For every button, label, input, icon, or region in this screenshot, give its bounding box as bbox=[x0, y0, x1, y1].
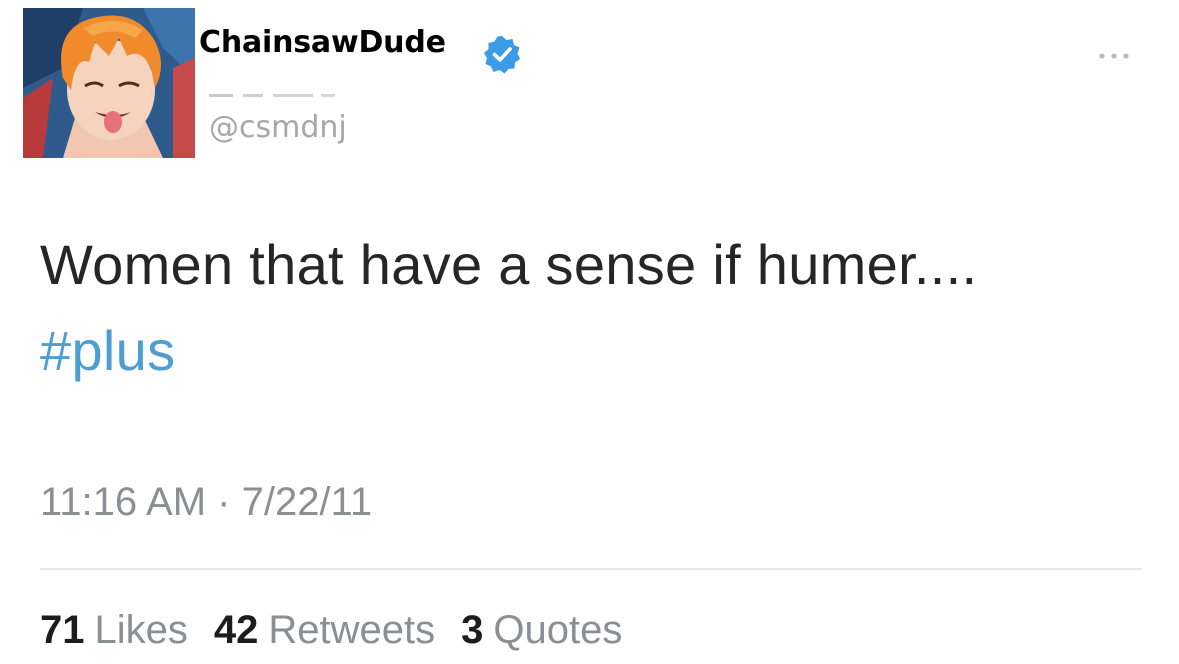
verified-badge-icon bbox=[484, 36, 520, 74]
quotes-stat[interactable]: 3 Quotes bbox=[461, 608, 622, 652]
faded-text-remnant bbox=[209, 94, 335, 97]
more-options-icon[interactable] bbox=[1094, 50, 1134, 62]
hashtag-link[interactable]: #plus bbox=[40, 308, 1150, 394]
retweets-stat[interactable]: 42 Retweets bbox=[214, 608, 435, 652]
quotes-label: Quotes bbox=[493, 608, 623, 652]
likes-stat[interactable]: 71 Likes bbox=[40, 608, 188, 652]
retweets-count: 42 bbox=[213, 608, 259, 652]
divider bbox=[40, 568, 1142, 570]
engagement-stats: 71 Likes 42 Retweets 3 Quotes bbox=[40, 604, 648, 656]
quotes-count: 3 bbox=[461, 608, 484, 652]
likes-label: Likes bbox=[94, 608, 188, 652]
tweet-timestamp[interactable]: 11:16 AM · 7/22/11 bbox=[40, 476, 372, 528]
likes-count: 71 bbox=[40, 608, 85, 652]
anime-avatar-icon bbox=[23, 8, 195, 158]
display-name[interactable]: ChainsawDude bbox=[199, 24, 446, 62]
avatar[interactable] bbox=[23, 8, 195, 158]
user-handle[interactable]: @csmdnj bbox=[209, 108, 347, 148]
tweet-body: Women that have a sense if humer.... #pl… bbox=[40, 222, 1150, 394]
retweets-label: Retweets bbox=[268, 608, 436, 652]
tweet-text: Women that have a sense if humer.... bbox=[40, 233, 978, 296]
